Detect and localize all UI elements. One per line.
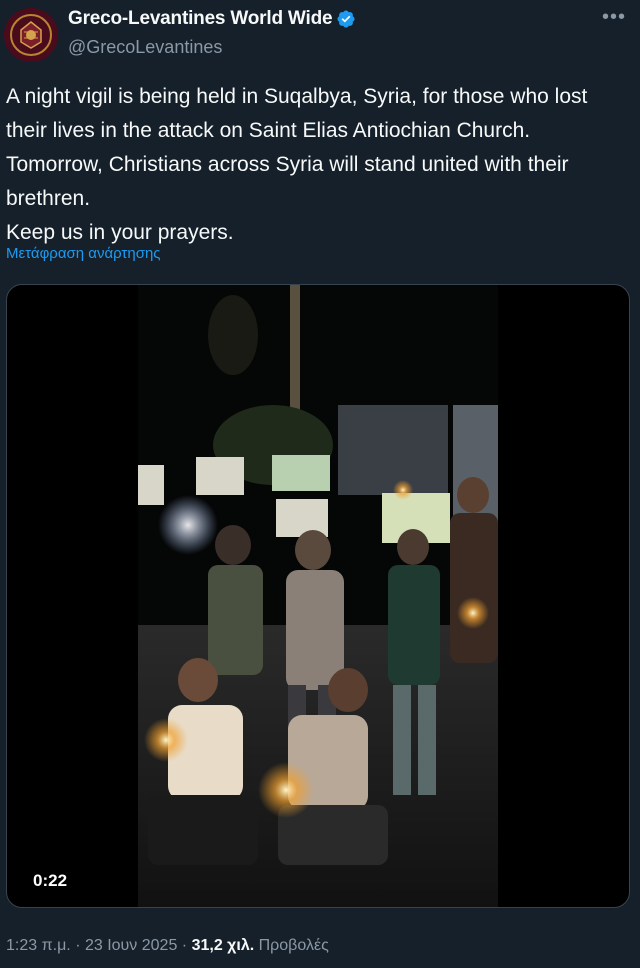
author-handle[interactable]: @GrecoLevantines (68, 37, 222, 58)
tweet-paragraph: A night vigil is being held in Suqalbya,… (6, 85, 588, 142)
video-frame-image (138, 285, 498, 907)
tweet-header: Greco-Levantines World Wide @GrecoLevant… (0, 0, 640, 70)
meta-separator: · (181, 937, 188, 954)
tweet-meta: 1:23 π.μ. · 23 Ιουν 2025 · 31,2 χιλ. Προ… (6, 937, 329, 955)
views-count: 31,2 χιλ. (191, 937, 255, 954)
video-duration: 0:22 (27, 869, 74, 893)
views-label: Προβολές (258, 937, 329, 954)
tweet-text: A night vigil is being held in Suqalbya,… (6, 80, 634, 250)
meta-separator: · (75, 937, 81, 954)
tweet-time[interactable]: 1:23 π.μ. (6, 937, 71, 954)
video-player[interactable]: 0:22 (6, 284, 630, 908)
author-display-name[interactable]: Greco-Levantines World Wide (68, 8, 333, 30)
video-thumbnail[interactable] (138, 285, 498, 907)
verified-badge-icon (336, 9, 356, 29)
tweet-paragraph: Tomorrow, Christians across Syria will s… (6, 153, 569, 210)
author-name-row: Greco-Levantines World Wide (68, 8, 356, 30)
translate-post-link[interactable]: Μετάφραση ανάρτησης (6, 245, 161, 262)
more-options-icon[interactable]: ••• (602, 6, 626, 29)
crest-avatar-icon[interactable] (4, 8, 58, 62)
tweet-date[interactable]: 23 Ιουν 2025 (85, 937, 177, 954)
